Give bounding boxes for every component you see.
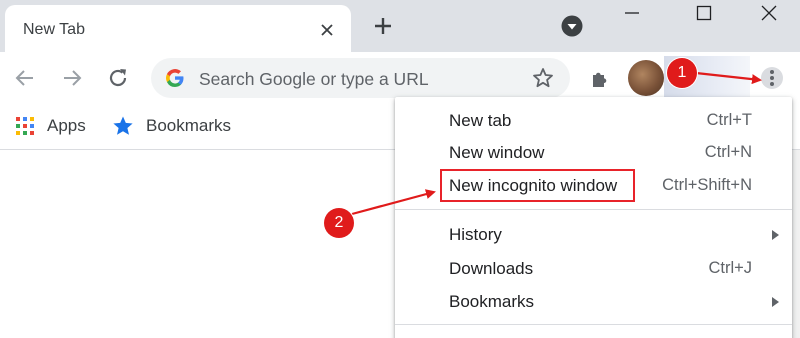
menu-item-shortcut: Ctrl+Shift+N <box>662 176 752 194</box>
star-icon <box>113 116 133 135</box>
back-arrow-icon[interactable] <box>13 66 37 90</box>
menu-item-new-window[interactable]: New window Ctrl+N <box>395 137 792 169</box>
tab-search-dropdown-icon[interactable] <box>561 15 583 37</box>
menu-item-label: Bookmarks <box>449 292 535 311</box>
tab-title: New Tab <box>23 21 85 38</box>
menu-item-shortcut: Ctrl+T <box>706 111 752 129</box>
close-window-icon[interactable] <box>760 4 778 22</box>
menu-item-label: New tab <box>449 111 512 130</box>
google-g-icon <box>166 69 184 87</box>
minimize-window-icon[interactable] <box>623 4 641 22</box>
chrome-main-menu: New tab Ctrl+T New window Ctrl+N New inc… <box>395 97 792 338</box>
menu-item-label: New window <box>449 143 545 162</box>
menu-item-downloads[interactable]: Downloads Ctrl+J <box>395 253 792 285</box>
menu-item-label: History <box>449 225 502 244</box>
bookmark-bookmarks-label: Bookmarks <box>146 116 232 135</box>
menu-item-bookmarks[interactable]: Bookmarks <box>395 286 792 318</box>
forward-arrow-icon[interactable] <box>60 66 84 90</box>
bookmark-bookmarks[interactable]: Bookmarks <box>112 114 231 138</box>
tab-new-tab[interactable]: New Tab <box>5 5 351 52</box>
bookmark-apps[interactable]: Apps <box>15 114 86 138</box>
menu-item-shortcut: Ctrl+N <box>704 143 752 161</box>
more-vertical-menu-icon[interactable] <box>760 66 784 90</box>
close-tab-icon[interactable] <box>320 23 334 37</box>
extensions-puzzle-icon[interactable] <box>589 66 613 90</box>
menu-item-new-tab[interactable]: New tab Ctrl+T <box>395 105 792 137</box>
menu-item-label: Downloads <box>449 259 534 278</box>
reload-icon[interactable] <box>106 66 130 90</box>
omnibox-placeholder: Search Google or type a URL <box>199 69 429 89</box>
menu-item-history[interactable]: History <box>395 219 792 251</box>
bookmark-apps-label: Apps <box>47 116 86 135</box>
profile-avatar[interactable] <box>628 60 664 96</box>
annotation-badge-2: 2 <box>324 208 354 238</box>
menu-separator <box>395 209 792 210</box>
apps-grid-icon <box>16 117 34 135</box>
bookmark-star-icon[interactable] <box>532 67 554 89</box>
tab-strip: New Tab <box>0 0 800 52</box>
submenu-arrow-icon <box>772 297 779 307</box>
new-tab-plus-icon[interactable] <box>374 17 392 35</box>
menu-separator <box>395 324 792 325</box>
submenu-arrow-icon <box>772 230 779 240</box>
annotation-badge-1: 1 <box>667 58 697 88</box>
omnibox[interactable]: Search Google or type a URL <box>151 58 570 98</box>
menu-item-shortcut: Ctrl+J <box>708 259 752 277</box>
incognito-highlight-box <box>440 169 635 202</box>
maximize-window-icon[interactable] <box>695 4 713 22</box>
